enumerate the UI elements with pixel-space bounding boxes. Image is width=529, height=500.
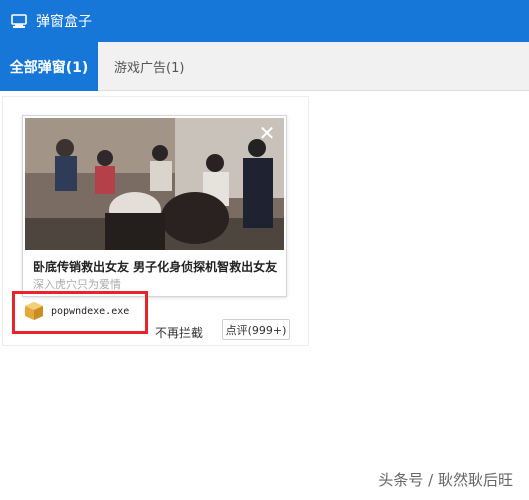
window-title: 弹窗盒子 (36, 14, 92, 30)
title-bar: 弹窗盒子 (0, 0, 529, 42)
review-button[interactable]: 点评(999+) (222, 319, 290, 340)
popup-preview-card[interactable]: ✕ 卧底传销救出女友 男子化身侦探机智救出女友 深入虎穴只为爱情 (22, 115, 287, 297)
package-icon (24, 301, 44, 321)
no-block-link[interactable]: 不再拦截 (155, 324, 203, 341)
tab-bar: 全部弹窗(1) 游戏广告(1) (0, 42, 529, 91)
monitor-icon (10, 12, 28, 30)
source-file: popwndexe.exe (24, 301, 129, 321)
close-icon[interactable]: ✕ (256, 122, 278, 144)
source-file-name: popwndexe.exe (51, 305, 130, 317)
tab-game-ads[interactable]: 游戏广告(1) (98, 42, 200, 91)
popup-headline: 卧底传销救出女友 男子化身侦探机智救出女友 (33, 260, 278, 274)
popup-subtext: 深入虎穴只为爱情 (33, 278, 121, 291)
tab-all-popups[interactable]: 全部弹窗(1) (0, 42, 98, 91)
watermark: 头条号 / 耿然耿后旺 (378, 471, 513, 489)
popup-preview-image: ✕ (25, 118, 284, 250)
